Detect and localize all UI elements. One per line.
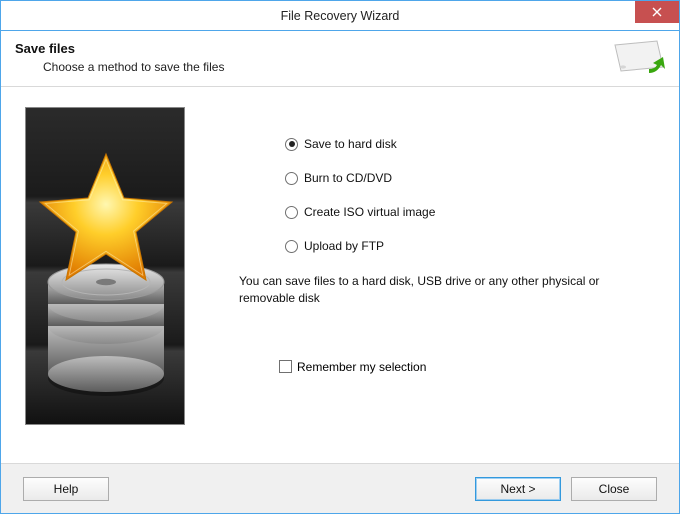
radio-label: Create ISO virtual image: [304, 205, 435, 219]
close-icon: [652, 7, 662, 17]
help-button[interactable]: Help: [23, 477, 109, 501]
page-title: Save files: [15, 41, 665, 56]
window-title: File Recovery Wizard: [281, 9, 400, 23]
decorative-sidebar-image: [25, 107, 185, 425]
page-subtitle: Choose a method to save the files: [43, 60, 665, 74]
disk-stack-icon: [48, 264, 164, 396]
option-description: You can save files to a hard disk, USB d…: [239, 273, 649, 308]
radio-create-iso[interactable]: Create ISO virtual image: [285, 205, 659, 219]
radio-indicator: [285, 206, 298, 219]
radio-indicator: [285, 172, 298, 185]
options-panel: Save to hard disk Burn to CD/DVD Create …: [211, 105, 659, 437]
radio-label: Save to hard disk: [304, 137, 397, 151]
drive-recovery-icon: [611, 39, 667, 79]
radio-indicator: [285, 240, 298, 253]
wizard-body: Save to hard disk Burn to CD/DVD Create …: [1, 87, 679, 447]
checkbox-label: Remember my selection: [297, 360, 426, 374]
radio-burn-cd-dvd[interactable]: Burn to CD/DVD: [285, 171, 659, 185]
wizard-header: Save files Choose a method to save the f…: [1, 31, 679, 87]
wizard-footer: Help Next > Close: [1, 463, 679, 513]
radio-upload-ftp[interactable]: Upload by FTP: [285, 239, 659, 253]
next-button[interactable]: Next >: [475, 477, 561, 501]
star-icon: [40, 154, 172, 280]
checkbox-indicator: [279, 360, 292, 373]
radio-label: Upload by FTP: [304, 239, 384, 253]
close-button[interactable]: Close: [571, 477, 657, 501]
remember-selection-checkbox[interactable]: Remember my selection: [279, 360, 659, 374]
wizard-dialog: File Recovery Wizard Save files Choose a…: [0, 0, 680, 514]
title-bar[interactable]: File Recovery Wizard: [1, 1, 679, 31]
radio-indicator: [285, 138, 298, 151]
window-close-button[interactable]: [635, 1, 679, 23]
save-method-radio-group: Save to hard disk Burn to CD/DVD Create …: [285, 137, 659, 253]
radio-label: Burn to CD/DVD: [304, 171, 392, 185]
radio-save-hard-disk[interactable]: Save to hard disk: [285, 137, 659, 151]
